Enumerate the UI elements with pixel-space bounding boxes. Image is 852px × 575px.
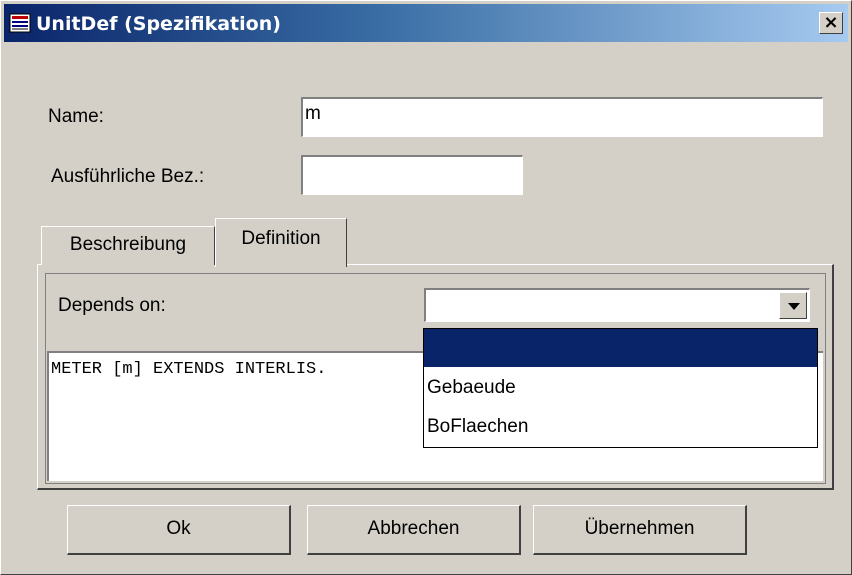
ok-button[interactable]: Ok (67, 505, 291, 555)
tab-definition[interactable]: Definition (215, 218, 347, 267)
cancel-button[interactable]: Abbrechen (307, 505, 521, 555)
dropdown-option[interactable] (424, 329, 817, 367)
close-icon: × (823, 12, 839, 33)
title-bar[interactable]: UnitDef (Spezifikation) × (4, 4, 848, 42)
apply-button[interactable]: Übernehmen (533, 505, 747, 555)
chevron-down-icon (788, 303, 800, 310)
dialog-window: UnitDef (Spezifikation) × Name: m Ausfüh… (0, 0, 852, 575)
dropdown-option[interactable]: Gebaeude (424, 369, 817, 407)
tab-beschreibung[interactable]: Beschreibung (41, 226, 215, 265)
dropdown-option[interactable]: BoFlaechen (424, 408, 817, 446)
name-field[interactable]: m (301, 97, 823, 137)
depends-on-label: Depends on: (58, 295, 166, 316)
full-name-field[interactable] (301, 155, 523, 195)
window-title: UnitDef (Spezifikation) (36, 13, 281, 35)
tab-label: Definition (241, 228, 321, 249)
close-button[interactable]: × (819, 12, 843, 34)
tab-label: Beschreibung (69, 234, 187, 255)
full-name-label: Ausführliche Bez.: (51, 166, 205, 187)
depends-on-combobox[interactable] (424, 288, 810, 322)
depends-on-dropdown-list: Gebaeude BoFlaechen (423, 328, 818, 448)
name-label: Name: (48, 106, 104, 127)
app-icon (9, 13, 31, 33)
combo-dropdown-button[interactable] (779, 292, 807, 319)
